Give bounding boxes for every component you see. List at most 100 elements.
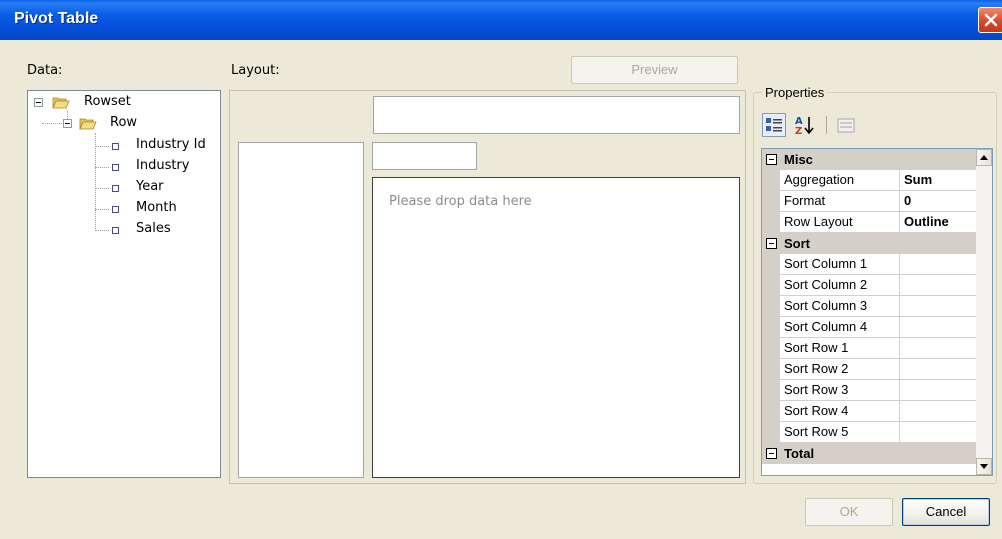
- field-icon: [112, 164, 119, 171]
- svg-text:Z: Z: [795, 126, 802, 137]
- close-icon: [984, 13, 998, 27]
- property-row[interactable]: Format 0: [762, 191, 976, 212]
- folder-open-icon: [79, 118, 97, 130]
- property-value[interactable]: 0: [900, 191, 976, 211]
- arrow-up-icon: [980, 155, 988, 160]
- tree-field-month[interactable]: Month: [136, 200, 177, 215]
- row-margin: [762, 212, 780, 233]
- property-value[interactable]: [900, 338, 976, 358]
- categorized-icon: [766, 118, 782, 132]
- property-row[interactable]: Sort Row 1: [762, 338, 976, 359]
- property-name: Sort Row 4: [780, 401, 900, 421]
- data-label: Data:: [27, 63, 63, 78]
- property-row[interactable]: Sort Row 4: [762, 401, 976, 422]
- tree-field-industry[interactable]: Industry: [136, 158, 189, 173]
- close-button[interactable]: [978, 7, 1002, 33]
- property-row[interactable]: Row Layout Outline: [762, 212, 976, 233]
- tree-connector: [42, 123, 62, 125]
- collapse-icon[interactable]: [766, 154, 777, 165]
- category-label: Misc: [784, 152, 813, 167]
- tree-field-sales[interactable]: Sales: [136, 221, 171, 236]
- row-expander[interactable]: [63, 119, 72, 128]
- property-pages-button[interactable]: [834, 113, 858, 137]
- row-margin: [762, 170, 780, 191]
- alphabetical-button[interactable]: A Z: [793, 113, 817, 137]
- property-name: Row Layout: [780, 212, 900, 232]
- property-value[interactable]: [900, 317, 976, 337]
- data-drop-zone[interactable]: Please drop data here: [372, 177, 740, 478]
- row-margin: [762, 296, 780, 317]
- property-row[interactable]: Sort Column 1: [762, 254, 976, 275]
- property-row[interactable]: Aggregation Sum: [762, 170, 976, 191]
- field-icon: [112, 185, 119, 192]
- property-row[interactable]: Sort Column 4: [762, 317, 976, 338]
- column-drop-zone[interactable]: [373, 96, 740, 134]
- rowset-expander[interactable]: [34, 98, 43, 107]
- property-category[interactable]: Misc: [762, 149, 976, 170]
- property-value[interactable]: Sum: [900, 170, 976, 190]
- field-icon: [112, 143, 119, 150]
- property-row[interactable]: Sort Row 3: [762, 380, 976, 401]
- property-category[interactable]: Total: [762, 443, 976, 464]
- property-grid-scrollbar[interactable]: [976, 149, 992, 475]
- property-name: Aggregation: [780, 170, 900, 190]
- title-bar[interactable]: Pivot Table: [0, 0, 1002, 40]
- row-margin: [762, 380, 780, 401]
- property-row[interactable]: Sort Row 2: [762, 359, 976, 380]
- window-title: Pivot Table: [14, 10, 99, 27]
- tree-node-row[interactable]: Row: [110, 115, 137, 130]
- categorized-button[interactable]: [762, 113, 786, 137]
- property-name: Sort Column 1: [780, 254, 900, 274]
- tree-connector: [95, 146, 109, 148]
- property-value[interactable]: [900, 359, 976, 379]
- property-row[interactable]: Sort Column 3: [762, 296, 976, 317]
- cancel-button[interactable]: Cancel: [902, 498, 990, 526]
- tree-node-rowset[interactable]: Rowset: [84, 94, 131, 109]
- property-name: Sort Row 1: [780, 338, 900, 358]
- collapse-icon[interactable]: [766, 448, 777, 459]
- field-icon: [112, 206, 119, 213]
- property-row[interactable]: Sort Row 5: [762, 422, 976, 443]
- row-drop-zone[interactable]: [238, 142, 364, 478]
- toolbar-separator: [826, 116, 827, 134]
- row-margin: [762, 338, 780, 359]
- tree-field-year[interactable]: Year: [136, 179, 164, 194]
- scroll-down-button[interactable]: [976, 458, 992, 475]
- property-row[interactable]: Sort Column 2: [762, 275, 976, 296]
- scroll-up-button[interactable]: [976, 149, 992, 166]
- tree-field-industry-id[interactable]: Industry Id: [136, 137, 206, 152]
- field-icon: [112, 227, 119, 234]
- property-value[interactable]: [900, 275, 976, 295]
- arrow-down-icon: [980, 464, 988, 469]
- data-field-tree[interactable]: Rowset Row Industry Id Industry Year Mon…: [27, 90, 221, 478]
- data-header-drop-zone[interactable]: [372, 142, 477, 170]
- row-margin: [762, 422, 780, 443]
- row-margin: [762, 401, 780, 422]
- tree-connector: [95, 209, 109, 211]
- row-margin: [762, 254, 780, 275]
- property-name: Format: [780, 191, 900, 211]
- property-value[interactable]: [900, 422, 976, 442]
- property-value[interactable]: [900, 254, 976, 274]
- category-label: Sort: [784, 236, 810, 251]
- row-margin: [762, 275, 780, 296]
- property-value[interactable]: [900, 380, 976, 400]
- property-value[interactable]: Outline: [900, 212, 976, 232]
- property-category[interactable]: Sort: [762, 233, 976, 254]
- collapse-icon[interactable]: [766, 238, 777, 249]
- property-name: Sort Row 3: [780, 380, 900, 400]
- drop-hint: Please drop data here: [389, 194, 532, 209]
- tree-connector: [95, 167, 109, 169]
- property-pages-icon: [837, 118, 855, 133]
- property-value[interactable]: [900, 401, 976, 421]
- ok-button[interactable]: OK: [805, 498, 893, 526]
- property-grid[interactable]: Misc Aggregation Sum Format 0 Row Layout Outli…: [761, 148, 993, 476]
- row-margin: [762, 359, 780, 380]
- preview-button[interactable]: Preview: [571, 56, 738, 84]
- property-name: Sort Row 2: [780, 359, 900, 379]
- property-name: Sort Column 4: [780, 317, 900, 337]
- properties-title: Properties: [762, 85, 828, 100]
- layout-label: Layout:: [231, 63, 280, 78]
- property-value[interactable]: [900, 296, 976, 316]
- pivot-table-dialog: Pivot Table Data: Layout: Preview Rowset…: [0, 0, 1002, 539]
